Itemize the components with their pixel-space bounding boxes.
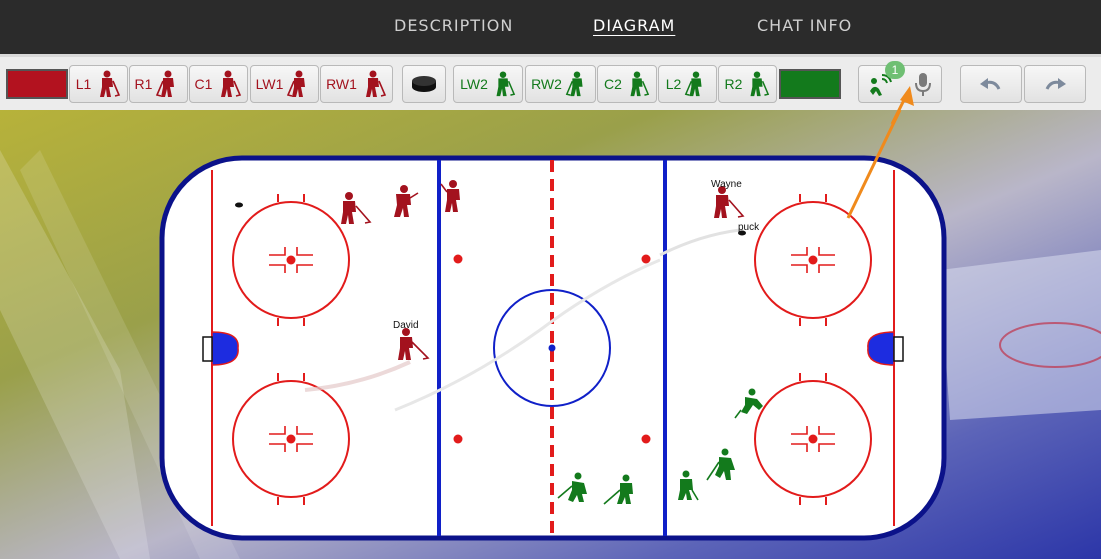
faceoff-dot	[641, 434, 651, 444]
hockey-player-icon	[156, 70, 175, 97]
hockey-player-icon	[750, 71, 770, 97]
hockey-player-icon	[221, 70, 242, 97]
goal-net-right	[893, 336, 904, 362]
hockey-player-icon	[287, 70, 306, 97]
tab-description[interactable]: DESCRIPTION	[394, 16, 513, 35]
tab-chat-info[interactable]: CHAT INFO	[757, 16, 852, 35]
redo-icon	[1045, 78, 1066, 90]
faceoff-dot	[453, 254, 463, 264]
player-button-lw1[interactable]: LW1	[250, 65, 319, 103]
diagram-toolbar: L1 R1 C1 LW1 RW1 LW2 RW2 C2 L2 R2	[0, 54, 1101, 110]
player-button-rw1[interactable]: RW1	[320, 65, 393, 103]
player-button-c1[interactable]: C1	[189, 65, 248, 103]
team-green-color-swatch[interactable]	[779, 69, 841, 99]
player-button-l2[interactable]: L2	[658, 65, 717, 103]
center-faceoff-dot	[548, 344, 556, 352]
player-label: RW2	[531, 76, 562, 92]
player-label: LW2	[460, 76, 488, 92]
tab-diagram[interactable]: DIAGRAM	[593, 16, 675, 35]
faceoff-dot	[453, 434, 463, 444]
puck-button[interactable]	[402, 65, 446, 103]
player-label: R1	[134, 76, 153, 92]
goal-net-left	[202, 336, 213, 362]
player-button-r1[interactable]: R1	[129, 65, 188, 103]
player-button-rw2[interactable]: RW2	[525, 65, 596, 103]
puck-icon	[412, 76, 436, 92]
player-label: RW1	[326, 76, 357, 92]
rink-diagram[interactable]: David Wayne puck	[0, 110, 1101, 559]
player-label: L2	[665, 76, 682, 92]
redo-button[interactable]	[1024, 65, 1086, 103]
hockey-player-icon	[365, 70, 387, 97]
undo-button[interactable]	[960, 65, 1022, 103]
player-button-l1[interactable]: L1	[69, 65, 128, 103]
comments-count-badge: 1	[885, 61, 905, 79]
undo-icon	[980, 78, 1001, 90]
annotation-arrowhead	[890, 86, 914, 124]
player-label: R2	[724, 76, 743, 92]
puck-label: puck	[738, 222, 760, 233]
top-navigation: DESCRIPTION DIAGRAM CHAT INFO	[0, 0, 1101, 54]
hockey-player-icon	[630, 71, 650, 97]
player-label: L1	[75, 76, 92, 92]
hockey-player-icon	[100, 70, 121, 97]
player-label: C1	[194, 76, 213, 92]
player-button-r2[interactable]: R2	[718, 65, 777, 103]
goal-crease-right	[867, 331, 895, 366]
player-label-david: David	[393, 320, 419, 331]
hockey-player-icon	[496, 71, 516, 97]
player-label: LW1	[255, 76, 284, 92]
goal-crease-left	[211, 331, 239, 366]
hockey-player-icon	[685, 71, 702, 97]
player-label: C2	[604, 76, 622, 92]
faceoff-dot	[641, 254, 651, 264]
team-red-color-swatch[interactable]	[6, 69, 68, 99]
hockey-player-icon	[565, 71, 583, 97]
player-button-c2[interactable]: C2	[597, 65, 657, 103]
player-label-wayne: Wayne	[711, 179, 742, 190]
puck-icon[interactable]	[235, 202, 243, 208]
player-button-lw2[interactable]: LW2	[453, 65, 523, 103]
